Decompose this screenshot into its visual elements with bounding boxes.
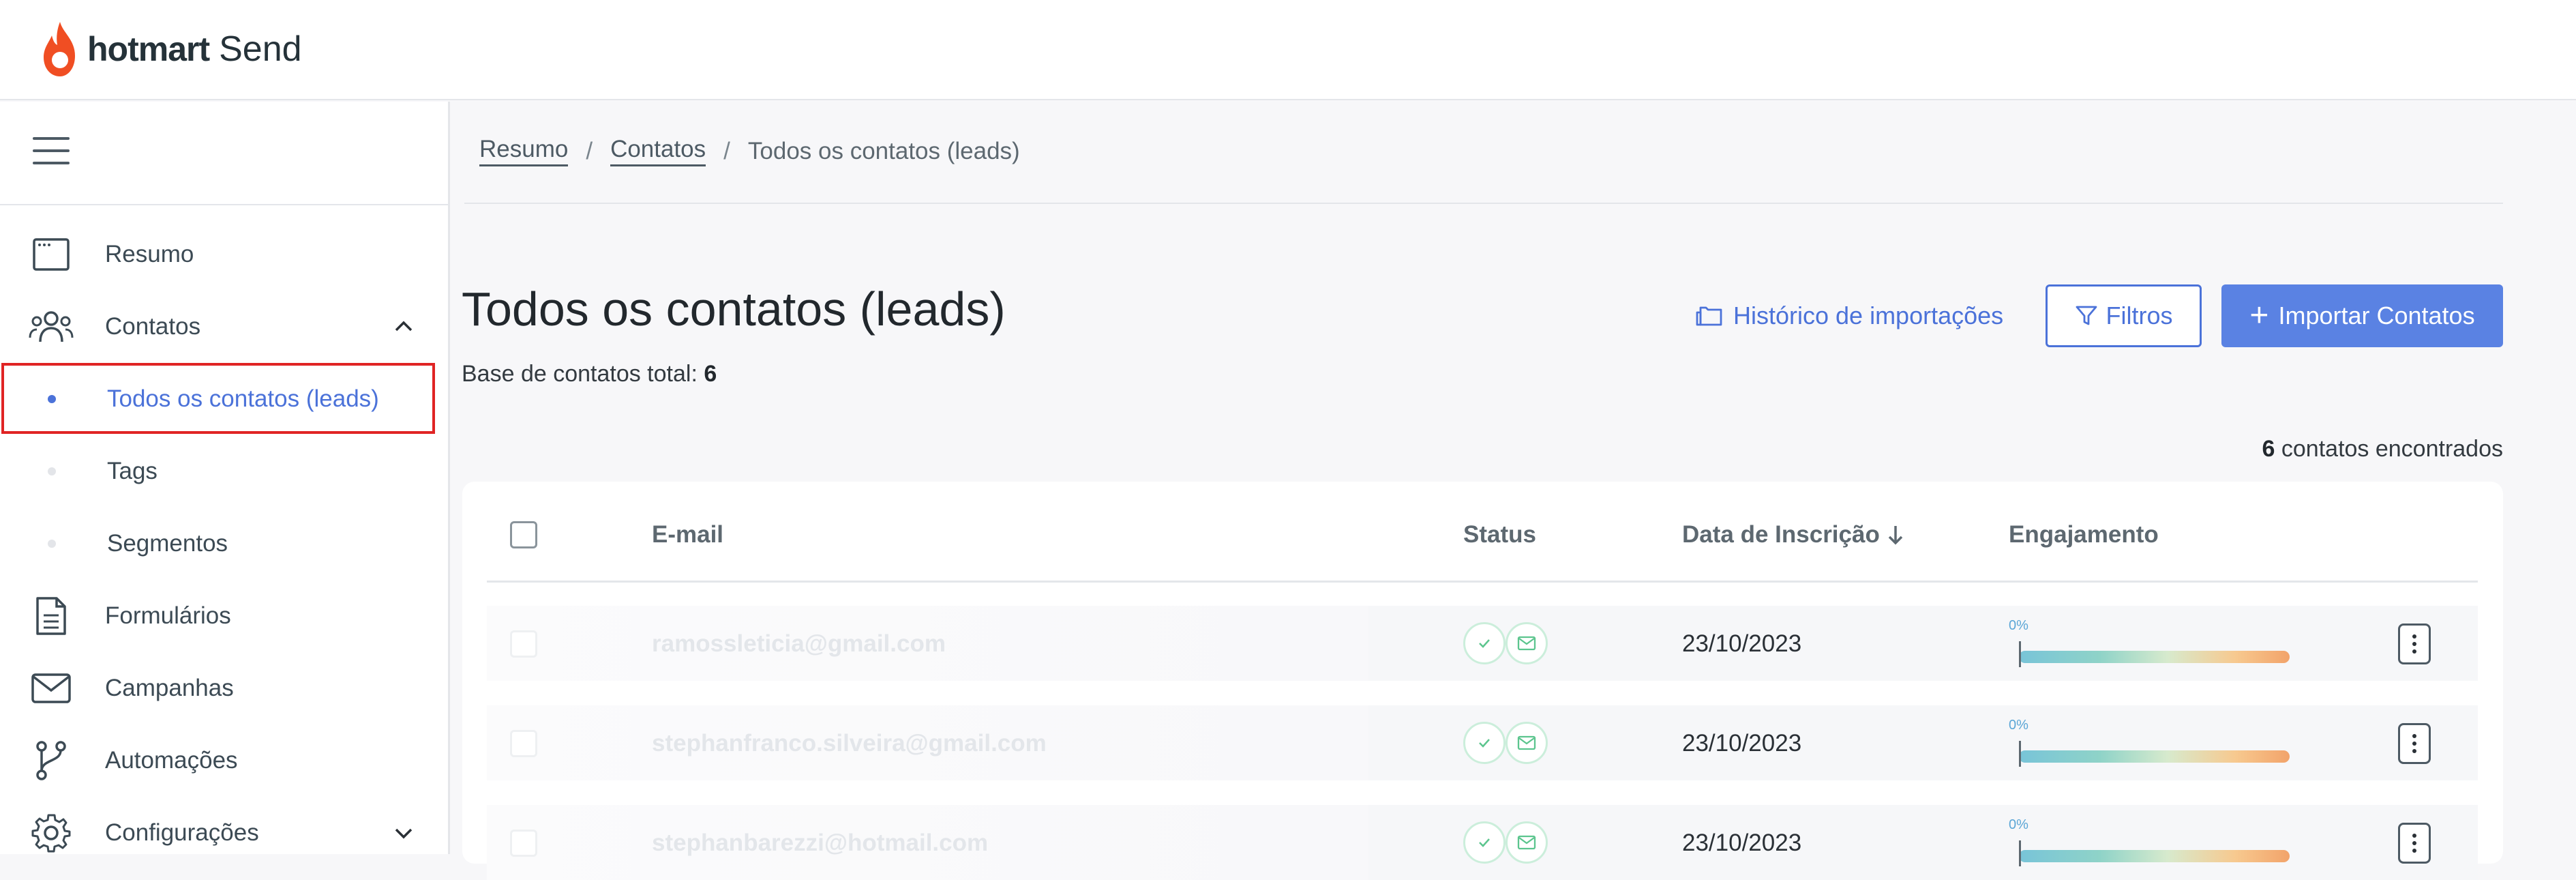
select-all-checkbox[interactable] (510, 521, 537, 548)
row-checkbox[interactable] (510, 730, 537, 757)
sidebar-item-contatos[interactable]: Contatos (0, 291, 448, 363)
status-indicators (1463, 622, 1552, 664)
row-actions-menu-icon[interactable] (2398, 823, 2431, 864)
document-icon (29, 593, 74, 639)
row-date: 23/10/2023 (1682, 830, 1802, 856)
contacts-found: 6 contatos encontrados (2262, 436, 2503, 463)
import-history-link[interactable]: Histórico de importações (1695, 297, 2003, 335)
sidebar-item-label: Campanhas (105, 675, 234, 701)
hamburger-menu-icon[interactable] (33, 137, 70, 164)
table-row[interactable]: stephanfranco.silveira@gmail.com 23/10/2… (487, 705, 2478, 780)
flame-icon (44, 22, 75, 76)
bullet-dot (48, 540, 56, 548)
main-content: Resumo / Contatos / Todos os contatos (l… (452, 102, 2576, 880)
table-row[interactable]: stephanbarezzi@hotmail.com 23/10/2023 0% (487, 805, 2478, 880)
status-indicators (1463, 722, 1552, 764)
import-contacts-label: Importar Contatos (2278, 302, 2475, 329)
sidebar-item-formularios[interactable]: Formulários (0, 580, 448, 652)
breadcrumb-separator: / (723, 137, 730, 164)
sidebar: Resumo Contatos Todos os contatos (leads… (0, 102, 450, 854)
engagement-percent: 0% (2009, 618, 2028, 633)
sidebar-item-tags[interactable]: Tags (0, 435, 448, 508)
import-history-label: Histórico de importações (1733, 302, 2004, 329)
row-checkbox[interactable] (510, 830, 537, 857)
sidebar-item-segmentos[interactable]: Segmentos (0, 508, 448, 580)
engagement-bar: 0% (2009, 718, 2295, 769)
row-date: 23/10/2023 (1682, 630, 1802, 657)
row-email: stephanfranco.silveira@gmail.com (652, 730, 1047, 757)
filter-icon (2076, 306, 2097, 325)
breadcrumb-current: Todos os contatos (leads) (747, 137, 1020, 164)
sidebar-item-label: Contatos (105, 313, 201, 340)
page-title: Todos os contatos (leads) (462, 282, 1006, 336)
sidebar-item-label: Configurações (105, 819, 259, 846)
chevron-down-icon[interactable] (392, 821, 415, 845)
status-indicators (1463, 821, 1552, 864)
top-header: hotmart Send (0, 0, 2576, 100)
engagement-percent: 0% (2009, 718, 2028, 733)
users-icon (29, 304, 74, 349)
base-total: Base de contatos total: 6 (462, 361, 717, 387)
found-count: 6 (2262, 436, 2275, 462)
table-header: E-mail Status Data de Inscrição Engajame… (487, 482, 2478, 583)
brand-name: hotmart (87, 30, 210, 68)
brand-suffix: Send (219, 29, 302, 69)
row-actions-menu-icon[interactable] (2398, 624, 2431, 664)
base-total-label: Base de contatos total: (462, 361, 698, 387)
sidebar-item-resumo[interactable]: Resumo (0, 218, 448, 291)
column-status[interactable]: Status (1463, 521, 1536, 548)
plus-icon: + (2249, 297, 2269, 334)
row-checkbox[interactable] (510, 630, 537, 658)
table-row[interactable]: ramossleticia@gmail.com 23/10/2023 0% (487, 606, 2478, 681)
column-email[interactable]: E-mail (652, 521, 723, 548)
brand-logo[interactable]: hotmart Send (40, 18, 302, 80)
sidebar-item-label: Tags (107, 458, 158, 484)
row-actions-menu-icon[interactable] (2398, 723, 2431, 764)
base-total-value: 6 (704, 361, 717, 387)
bullet-dot (48, 395, 56, 403)
envelope-icon (1506, 821, 1548, 864)
row-date: 23/10/2023 (1682, 730, 1802, 757)
gear-icon (29, 810, 74, 855)
breadcrumb-divider (464, 203, 2503, 204)
sidebar-item-label: Todos os contatos (leads) (107, 385, 379, 412)
branch-icon (29, 738, 74, 783)
engagement-bar: 0% (2009, 618, 2295, 670)
sidebar-item-label: Automações (105, 747, 238, 774)
column-engagement[interactable]: Engajamento (2009, 521, 2159, 548)
sidebar-item-label: Formulários (105, 602, 231, 629)
envelope-icon (1506, 722, 1548, 764)
check-icon (1463, 821, 1506, 864)
sidebar-item-label: Resumo (105, 241, 194, 267)
sidebar-item-label: Segmentos (107, 530, 228, 557)
engagement-bar: 0% (2009, 817, 2295, 869)
contacts-table: E-mail Status Data de Inscrição Engajame… (462, 482, 2503, 880)
chevron-up-icon[interactable] (392, 315, 415, 338)
breadcrumb: Resumo / Contatos / Todos os contatos (l… (479, 136, 1020, 166)
sidebar-item-todos-os-contatos[interactable]: Todos os contatos (leads) (0, 363, 448, 435)
breadcrumb-separator: / (586, 137, 593, 164)
sidebar-item-configuracoes[interactable]: Configurações (0, 797, 448, 869)
check-icon (1463, 722, 1506, 764)
window-icon (29, 232, 74, 277)
arrow-down-icon (1888, 526, 1902, 545)
breadcrumb-link-contatos[interactable]: Contatos (610, 136, 706, 166)
bullet-dot (48, 467, 56, 475)
envelope-icon (29, 666, 74, 711)
breadcrumb-link-resumo[interactable]: Resumo (479, 136, 569, 166)
found-label: contatos encontrados (2281, 436, 2503, 462)
sidebar-divider (0, 204, 448, 205)
filters-button-label: Filtros (2106, 302, 2173, 329)
engagement-percent: 0% (2009, 817, 2028, 832)
column-date[interactable]: Data de Inscrição (1682, 521, 1904, 548)
import-contacts-button[interactable]: + Importar Contatos (2221, 284, 2503, 347)
filters-button[interactable]: Filtros (2046, 284, 2202, 347)
row-email: ramossleticia@gmail.com (652, 630, 946, 657)
envelope-icon (1506, 622, 1548, 664)
sidebar-item-campanhas[interactable]: Campanhas (0, 652, 448, 724)
sidebar-item-automacoes[interactable]: Automações (0, 724, 448, 797)
check-icon (1463, 622, 1506, 664)
row-email: stephanbarezzi@hotmail.com (652, 830, 989, 856)
folder-icon (1696, 306, 1722, 326)
